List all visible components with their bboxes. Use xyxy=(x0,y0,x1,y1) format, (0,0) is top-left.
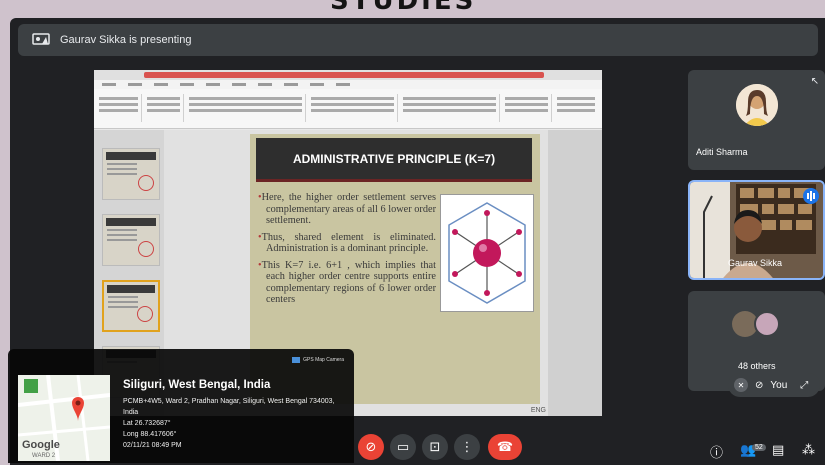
captions-button[interactable]: ▭ xyxy=(390,434,416,460)
gps-address-block: PCMB+4W5, Ward 2, Pradhan Nagar, Siligur… xyxy=(123,396,348,451)
slide-bullets: •Here, the higher order settlement serve… xyxy=(258,192,436,311)
map-label: WARD 2 xyxy=(32,453,56,459)
participant-tile-gaurav[interactable]: Gaurav Sikka xyxy=(688,180,825,280)
self-view-pill[interactable]: ✕ ⊘ You ⤢ xyxy=(728,373,820,397)
participant-name: Aditi Sharma xyxy=(696,147,748,157)
avatar xyxy=(754,311,780,337)
slide-title: ADMINISTRATIVE PRINCIPLE (K=7) xyxy=(256,138,532,182)
gps-city: Siliguri, West Bengal, India xyxy=(123,379,271,391)
ppt-status: ENG xyxy=(530,407,546,414)
gps-long: Long 88.417606° xyxy=(123,431,177,438)
people-count-badge: 52 xyxy=(752,444,766,451)
activities-icon[interactable]: ⁂ xyxy=(802,442,815,458)
slide-thumbnail[interactable] xyxy=(102,148,160,200)
end-call-button[interactable]: ☎ xyxy=(488,434,522,460)
present-screen-icon xyxy=(32,33,50,45)
you-label: You xyxy=(770,379,788,391)
gps-camera-tag: GPS Map Camera xyxy=(292,357,344,363)
mic-off-icon[interactable]: ✕ xyxy=(734,378,748,392)
bullet: •This K=7 i.e. 6+1 , which implies that … xyxy=(258,259,436,306)
participant-name: Gaurav Sikka xyxy=(728,258,783,268)
chat-icon[interactable]: ▤ xyxy=(772,442,784,458)
gps-lat: Lat 26.732687° xyxy=(123,420,171,427)
participant-tile-aditi[interactable]: ↖ Aditi Sharma xyxy=(688,70,825,170)
expand-arrow-icon[interactable]: ↖ xyxy=(811,76,819,87)
presenter-text: Gaurav Sikka is presenting xyxy=(60,34,192,46)
hexagon-diagram-icon xyxy=(448,202,526,304)
presenter-bar: Gaurav Sikka is presenting xyxy=(18,24,818,56)
present-button[interactable]: ⊡ xyxy=(422,434,448,460)
ppt-titlebar xyxy=(94,70,602,80)
gps-camera-overlay: GPS Map Camera Google WARD 2 Siliguri, W… xyxy=(8,349,354,463)
slide-thumbnail[interactable] xyxy=(102,214,160,266)
gps-address: PCMB+4W5, Ward 2, Pradhan Nagar, Siligur… xyxy=(123,398,335,416)
k7-hexagon-diagram xyxy=(440,194,534,312)
slide-thumbnail-selected[interactable] xyxy=(102,280,160,332)
bullet: •Here, the higher order settlement serve… xyxy=(258,192,436,226)
mic-off-button[interactable]: ⊘ xyxy=(358,434,384,460)
participant-name: 48 others xyxy=(738,361,776,371)
ppt-ribbon-tabs xyxy=(94,80,602,89)
avatar xyxy=(736,84,778,126)
ppt-ribbon xyxy=(94,89,602,129)
map-thumbnail: Google WARD 2 xyxy=(18,375,110,461)
ppt-right-margin xyxy=(548,130,602,416)
map-brand: Google xyxy=(22,439,60,451)
more-options-button[interactable]: ⋮ xyxy=(454,434,480,460)
expand-icon[interactable]: ⤢ xyxy=(800,380,808,391)
bullet: •Thus, shared element is eliminated. Adm… xyxy=(258,231,436,255)
info-icon[interactable]: ⓘ xyxy=(710,442,723,461)
overlay-title: STUDIES xyxy=(330,0,477,16)
speaking-indicator-icon xyxy=(803,188,819,204)
gps-datetime: 02/11/21 08:49 PM xyxy=(123,442,182,449)
cam-off-icon[interactable]: ⊘ xyxy=(755,380,763,391)
